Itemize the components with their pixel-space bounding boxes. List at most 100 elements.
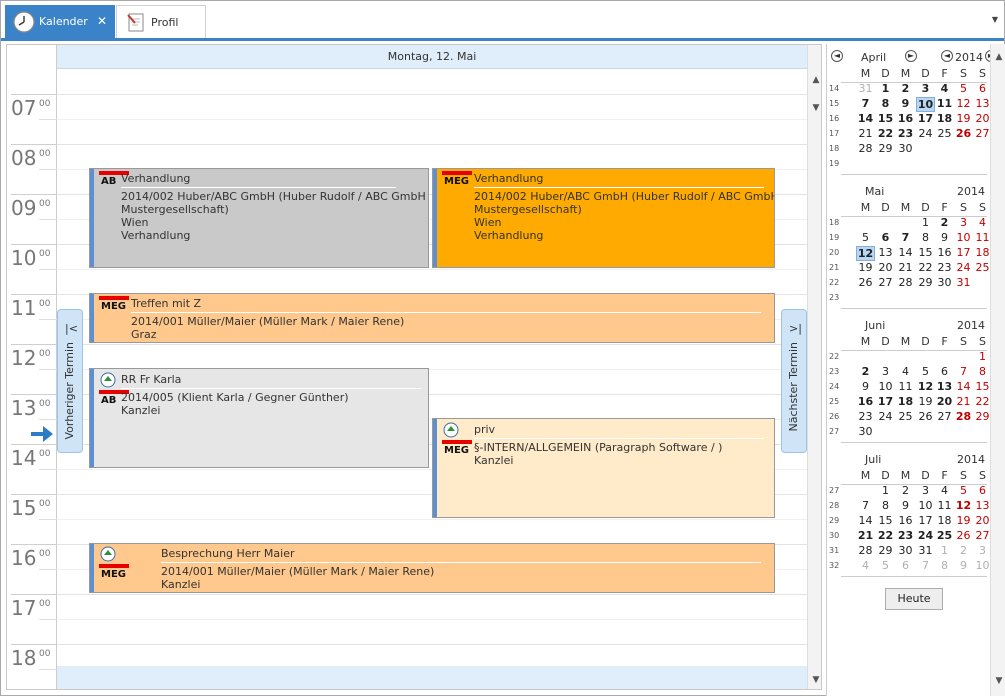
calendar-day[interactable]: 23 (856, 410, 875, 423)
calendar-day[interactable]: 9 (954, 559, 973, 572)
appointment-besprechung-herr-maier[interactable]: Besprechung Herr Maier MEG 2014/001 Müll… (89, 543, 775, 593)
calendar-day[interactable]: 28 (856, 544, 875, 557)
calendar-day[interactable]: 8 (876, 499, 895, 512)
calendar-day[interactable]: 16 (896, 514, 915, 527)
calendar-day[interactable]: 4 (935, 484, 954, 497)
calendar-day[interactable]: 2 (896, 82, 915, 95)
calendar-day[interactable]: 5 (876, 559, 895, 572)
scroll-up-icon[interactable]: ▲ (808, 75, 821, 85)
calendar-day[interactable]: 29 (916, 276, 935, 289)
calendar-day[interactable]: 22 (876, 529, 895, 542)
day-header[interactable]: Montag, 12. Mai (57, 45, 807, 69)
calendar-day[interactable]: 25 (935, 529, 954, 542)
calendar-day[interactable]: 7 (954, 365, 973, 378)
calendar-day[interactable]: 3 (876, 365, 895, 378)
calendar-day[interactable]: 30 (896, 544, 915, 557)
calendar-day[interactable]: 26 (954, 127, 973, 140)
calendar-day[interactable]: 4 (935, 82, 954, 95)
calendar-day[interactable]: 13 (935, 380, 954, 393)
calendar-day[interactable]: 31 (954, 276, 973, 289)
calendar-day[interactable]: 5 (856, 231, 875, 244)
calendar-day[interactable]: 10 (916, 499, 935, 512)
calendar-day[interactable]: 20 (876, 261, 895, 274)
calendar-day[interactable]: 24 (954, 261, 973, 274)
calendar-day[interactable]: 10 (916, 97, 935, 112)
calendar-day[interactable]: 24 (916, 529, 935, 542)
calendar-day[interactable]: 22 (916, 261, 935, 274)
close-icon[interactable]: ✕ (97, 14, 107, 28)
calendar-day[interactable]: 15 (876, 514, 895, 527)
calendar-day[interactable]: 2 (935, 216, 954, 229)
calendar-day[interactable]: 17 (916, 112, 935, 125)
calendar-day[interactable]: 1 (876, 82, 895, 95)
calendar-day[interactable]: 13 (876, 246, 895, 259)
calendar-day[interactable]: 8 (916, 231, 935, 244)
calendar-day[interactable]: 23 (896, 529, 915, 542)
scroll-down-icon[interactable]: ▼ (808, 103, 821, 113)
calendar-day[interactable]: 23 (896, 127, 915, 140)
calendar-day[interactable]: 17 (916, 514, 935, 527)
calendar-day[interactable]: 29 (876, 544, 895, 557)
calendar-day[interactable]: 15 (876, 112, 895, 125)
appointment-priv[interactable]: priv MEG §-INTERN/ALLGEMEIN (Paragraph S… (432, 418, 775, 518)
tab-kalender[interactable]: Kalender ✕ (5, 5, 115, 38)
calendar-day[interactable]: 21 (954, 395, 973, 408)
calendar-day[interactable]: 21 (856, 127, 875, 140)
calendar-day[interactable]: 21 (896, 261, 915, 274)
calendar-day[interactable]: 3 (916, 82, 935, 95)
calendar-day[interactable]: 4 (896, 365, 915, 378)
calendar-day[interactable]: 16 (856, 395, 875, 408)
calendar-day[interactable]: 12 (954, 97, 973, 110)
calendar-day[interactable]: 2 (896, 484, 915, 497)
calendar-day[interactable]: 25 (896, 410, 915, 423)
calendar-day[interactable]: 6 (896, 559, 915, 572)
calendar-day[interactable]: 14 (856, 514, 875, 527)
calendar-day[interactable]: 14 (896, 246, 915, 259)
calendar-day[interactable]: 21 (856, 529, 875, 542)
chevron-left-icon[interactable]: ◄ (941, 50, 953, 62)
tab-profil[interactable]: Profil (116, 5, 206, 38)
calendar-day[interactable]: 28 (856, 142, 875, 155)
calendar-day[interactable]: 11 (935, 499, 954, 512)
calendar-day[interactable]: 23 (935, 261, 954, 274)
calendar-day[interactable]: 19 (856, 261, 875, 274)
calendar-day[interactable]: 5 (954, 484, 973, 497)
calendar-day[interactable]: 11 (896, 380, 915, 393)
calendar-day[interactable]: 30 (935, 276, 954, 289)
calendar-day[interactable]: 7 (916, 559, 935, 572)
calendar-day[interactable]: 9 (896, 499, 915, 512)
calendar-day[interactable]: 19 (954, 514, 973, 527)
calendar-day[interactable]: 11 (935, 97, 954, 110)
calendar-day[interactable]: 19 (916, 395, 935, 408)
calendar-day[interactable]: 12 (954, 499, 973, 512)
scroll-down-icon[interactable]: ▼ (808, 675, 821, 685)
calendar-day[interactable]: 31 (856, 82, 875, 95)
scroll-up-icon[interactable]: ▲ (991, 52, 1005, 62)
calendar-day[interactable]: 29 (876, 142, 895, 155)
calendar-day[interactable]: 14 (856, 112, 875, 125)
appointment-verhandlung-meg[interactable]: MEG Verhandlung 2014/002 Huber/ABC GmbH … (432, 168, 775, 268)
calendar-day[interactable]: 7 (856, 97, 875, 110)
scroll-down-icon[interactable]: ▼ (991, 676, 1005, 686)
calendar-day[interactable]: 30 (896, 142, 915, 155)
calendar-day[interactable]: 16 (896, 112, 915, 125)
calendar-day[interactable]: 3 (916, 484, 935, 497)
calendar-day[interactable]: 15 (916, 246, 935, 259)
calendar-day[interactable]: 17 (876, 395, 895, 408)
calendar-day[interactable]: 9 (896, 97, 915, 110)
next-appointment-button[interactable]: >| Nächster Termin (781, 309, 807, 453)
calendar-day[interactable]: 24 (876, 410, 895, 423)
calendar-day[interactable]: 26 (856, 276, 875, 289)
calendar-day[interactable]: 9 (856, 380, 875, 393)
calendar-day[interactable]: 18 (935, 112, 954, 125)
calendar-day[interactable]: 7 (896, 231, 915, 244)
calendar-day[interactable]: 9 (935, 231, 954, 244)
calendar-day[interactable]: 30 (856, 425, 875, 438)
chevron-left-icon[interactable]: ◄ (831, 50, 843, 62)
calendar-day[interactable]: 24 (916, 127, 935, 140)
calendar-day[interactable]: 3 (954, 216, 973, 229)
calendar-day[interactable]: 6 (876, 231, 895, 244)
calendar-day[interactable]: 27 (935, 410, 954, 423)
calendar-day[interactable]: 20 (935, 395, 954, 408)
today-button[interactable]: Heute (885, 588, 943, 610)
